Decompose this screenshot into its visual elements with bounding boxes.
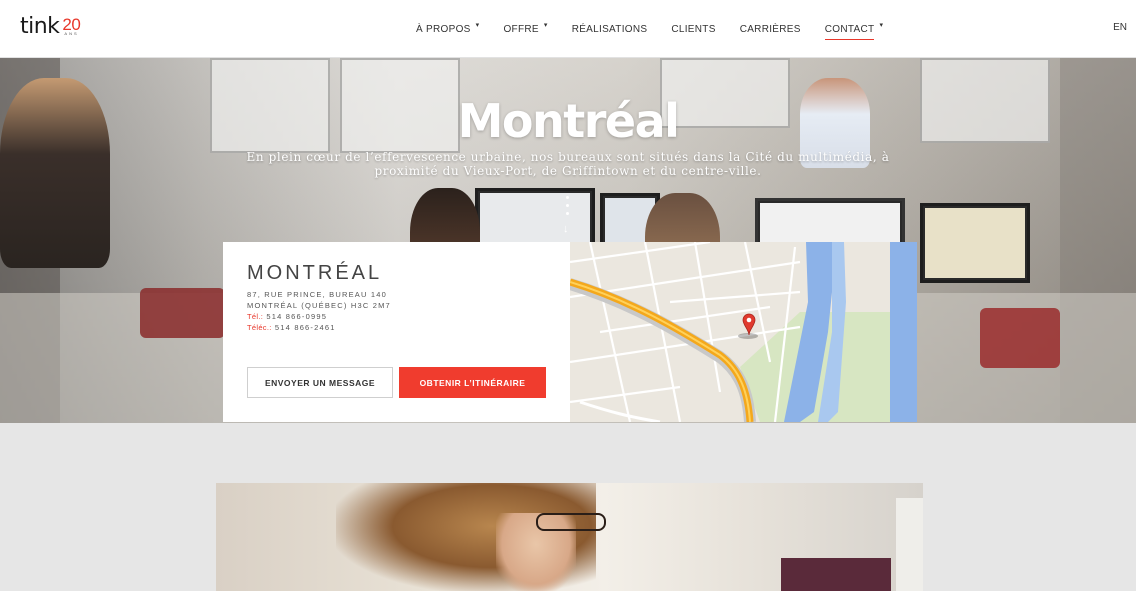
get-directions-button[interactable]: OBTENIR L’ITINÉRAIRE xyxy=(399,367,546,398)
nav-label: À PROPOS xyxy=(416,23,471,35)
map-pin-icon[interactable] xyxy=(738,313,758,339)
background-chair xyxy=(980,308,1060,368)
nav-item-offre[interactable]: OFFRE ▾ xyxy=(491,0,559,58)
address-line-2: MONTRÉAL (QUÉBEC) H3C 2M7 xyxy=(247,301,391,310)
nav-label: CLIENTS xyxy=(671,23,716,35)
fax-label: Téléc. xyxy=(247,323,270,332)
language-switch[interactable]: EN xyxy=(1113,22,1127,33)
nav-item-realisations[interactable]: RÉALISATIONS xyxy=(560,0,660,58)
background-monitor xyxy=(920,203,1030,283)
photo-monitor-edge xyxy=(896,498,923,591)
map-water xyxy=(890,242,917,422)
map-canvas xyxy=(570,242,917,422)
logo-word: tink xyxy=(20,14,60,39)
fax-row: Téléc.: 514 866-2461 xyxy=(247,323,336,332)
page-intro: En plein cœur de l’effervescence urbaine… xyxy=(246,150,890,178)
send-message-button[interactable]: ENVOYER UN MESSAGE xyxy=(247,367,393,398)
nav-item-carrieres[interactable]: CARRIÈRES xyxy=(728,0,813,58)
phone-row: Tél.: 514 866-0995 xyxy=(247,312,328,321)
nav-label: RÉALISATIONS xyxy=(571,23,648,35)
photo-book xyxy=(781,558,891,591)
office-address: 87, RUE PRINCE, BUREAU 140 MONTRÉAL (QUÉ… xyxy=(247,289,391,333)
fax-number: 514 866-2461 xyxy=(274,323,336,332)
main-nav: À PROPOS ▾ OFFRE ▾ RÉALISATIONS CLIENTS … xyxy=(404,0,895,58)
caret-down-icon: ▾ xyxy=(543,22,548,29)
office-city: MONTRÉAL xyxy=(247,262,383,284)
glasses xyxy=(536,513,606,531)
nav-label: OFFRE xyxy=(503,23,539,35)
background-chair xyxy=(140,288,225,338)
page-title: Montréal xyxy=(457,94,680,148)
nav-item-clients[interactable]: CLIENTS xyxy=(659,0,727,58)
nav-label: CONTACT xyxy=(824,24,875,40)
team-photo xyxy=(216,483,923,591)
office-map[interactable] xyxy=(570,242,917,422)
nav-label: CARRIÈRES xyxy=(739,23,801,35)
office-card: MONTRÉAL 87, RUE PRINCE, BUREAU 140 MONT… xyxy=(223,242,570,422)
logo-anniversary-badge: 20 ANS xyxy=(62,16,84,38)
logo[interactable]: tink 20 ANS xyxy=(20,16,84,38)
phone-number[interactable]: 514 866-0995 xyxy=(266,312,327,321)
nav-item-a-propos[interactable]: À PROPOS ▾ xyxy=(404,0,491,58)
caret-down-icon: ▾ xyxy=(475,22,480,29)
site-header: tink 20 ANS À PROPOS ▾ OFFRE ▾ RÉALISATI… xyxy=(0,0,1136,58)
logo-suffix: ANS xyxy=(64,31,79,36)
scroll-down-arrow-icon[interactable]: ↓ xyxy=(563,196,573,240)
caret-down-icon: ▾ xyxy=(879,22,884,29)
phone-label: Tél. xyxy=(247,312,261,321)
nav-item-contact[interactable]: CONTACT ▾ xyxy=(813,0,896,58)
map-street xyxy=(579,400,661,422)
address-line-1: 87, RUE PRINCE, BUREAU 140 xyxy=(247,290,387,299)
